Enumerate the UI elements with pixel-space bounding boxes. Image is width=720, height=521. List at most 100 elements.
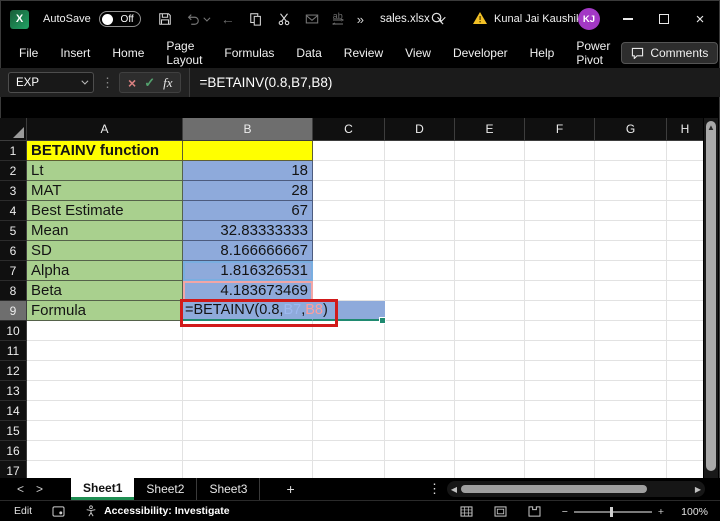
cell-B15[interactable] — [183, 421, 313, 441]
cell-H5[interactable] — [667, 221, 703, 241]
cell-H8[interactable] — [667, 281, 703, 301]
row-header-3[interactable]: 3 — [0, 181, 27, 201]
cell-C14[interactable] — [313, 401, 385, 421]
cell-G6[interactable] — [595, 241, 667, 261]
cell-H1[interactable] — [667, 141, 703, 161]
avatar[interactable]: KJ — [578, 8, 600, 30]
cell-H3[interactable] — [667, 181, 703, 201]
autosave-toggle[interactable]: Off — [99, 11, 141, 27]
cell-D8[interactable] — [385, 281, 455, 301]
column-header-a[interactable]: A — [27, 118, 183, 141]
zoom-out-button[interactable]: − — [562, 506, 568, 518]
cell-A3[interactable]: MAT — [27, 181, 183, 201]
minimize-button[interactable] — [610, 0, 646, 38]
cell-H16[interactable] — [667, 441, 703, 461]
sheet-overflow-icon[interactable]: ⋮ — [428, 481, 441, 497]
cell-E10[interactable] — [455, 321, 525, 341]
cell-F16[interactable] — [525, 441, 595, 461]
cell-A9[interactable]: Formula — [27, 301, 183, 321]
sheet-prev-icon[interactable]: < — [17, 482, 24, 496]
cell-E6[interactable] — [455, 241, 525, 261]
qat-overflow-icon[interactable]: » — [357, 12, 364, 27]
cell-D17[interactable] — [385, 461, 455, 478]
cell-C1[interactable] — [313, 141, 385, 161]
tab-insert[interactable]: Insert — [49, 38, 101, 68]
cell-D1[interactable] — [385, 141, 455, 161]
accessibility-status[interactable]: Accessibility: Investigate — [104, 505, 229, 517]
cell-E3[interactable] — [455, 181, 525, 201]
cell-E1[interactable] — [455, 141, 525, 161]
cell-D16[interactable] — [385, 441, 455, 461]
tab-page-layout[interactable]: Page Layout — [155, 38, 213, 68]
cell-B5[interactable]: 32.83333333 — [183, 221, 313, 241]
row-header-7[interactable]: 7 — [0, 261, 27, 281]
cut-icon[interactable] — [276, 11, 292, 27]
zoom-in-button[interactable]: + — [658, 506, 664, 518]
tab-formulas[interactable]: Formulas — [213, 38, 285, 68]
page-layout-icon[interactable] — [494, 506, 507, 517]
cell-F13[interactable] — [525, 381, 595, 401]
undo-icon[interactable] — [185, 11, 201, 27]
cell-D14[interactable] — [385, 401, 455, 421]
cell-F1[interactable] — [525, 141, 595, 161]
cell-F8[interactable] — [525, 281, 595, 301]
zoom-slider-thumb[interactable] — [610, 507, 613, 517]
cell-A11[interactable] — [27, 341, 183, 361]
cell-A6[interactable]: SD — [27, 241, 183, 261]
cell-H6[interactable] — [667, 241, 703, 261]
cell-G15[interactable] — [595, 421, 667, 441]
cell-C3[interactable] — [313, 181, 385, 201]
zoom-level[interactable]: 100% — [676, 506, 708, 518]
cell-G14[interactable] — [595, 401, 667, 421]
cell-A10[interactable] — [27, 321, 183, 341]
cell-C8[interactable] — [313, 281, 385, 301]
cell-F7[interactable] — [525, 261, 595, 281]
cell-H11[interactable] — [667, 341, 703, 361]
page-break-preview-icon[interactable] — [528, 506, 541, 517]
formula-input[interactable]: =BETAINV(0.8,B7,B8) — [189, 68, 720, 97]
macro-record-icon[interactable] — [52, 506, 65, 517]
cell-B16[interactable] — [183, 441, 313, 461]
cell-C13[interactable] — [313, 381, 385, 401]
copy-icon[interactable] — [248, 11, 264, 27]
cell-C4[interactable] — [313, 201, 385, 221]
cell-B14[interactable] — [183, 401, 313, 421]
column-header-b[interactable]: B — [183, 118, 313, 141]
scroll-up-icon[interactable]: ▲ — [706, 121, 716, 134]
cell-B1[interactable] — [183, 141, 313, 161]
cell-A15[interactable] — [27, 421, 183, 441]
cell-D3[interactable] — [385, 181, 455, 201]
cell-G7[interactable] — [595, 261, 667, 281]
horizontal-scrollbar[interactable]: ◀ ▶ — [447, 481, 705, 497]
cell-H14[interactable] — [667, 401, 703, 421]
column-header-f[interactable]: F — [525, 118, 595, 141]
cell-A2[interactable]: Lt — [27, 161, 183, 181]
cell-D7[interactable] — [385, 261, 455, 281]
cell-D2[interactable] — [385, 161, 455, 181]
cell-C2[interactable] — [313, 161, 385, 181]
scroll-left-icon[interactable]: ◀ — [447, 485, 461, 494]
cell-F12[interactable] — [525, 361, 595, 381]
tab-file[interactable]: File — [8, 38, 49, 68]
horizontal-scrollbar-thumb[interactable] — [461, 485, 647, 493]
cell-F15[interactable] — [525, 421, 595, 441]
save-icon[interactable] — [157, 11, 173, 27]
cell-G10[interactable] — [595, 321, 667, 341]
vertical-scrollbar[interactable]: ▲ — [703, 118, 718, 478]
cell-D11[interactable] — [385, 341, 455, 361]
cell-C10[interactable] — [313, 321, 385, 341]
row-header-16[interactable]: 16 — [0, 441, 27, 461]
cell-C17[interactable] — [313, 461, 385, 478]
row-header-11[interactable]: 11 — [0, 341, 27, 361]
sheet-tab-sheet2[interactable]: Sheet2 — [134, 478, 197, 500]
cell-G3[interactable] — [595, 181, 667, 201]
cell-G12[interactable] — [595, 361, 667, 381]
enter-icon[interactable]: ✓ — [144, 75, 155, 91]
row-header-15[interactable]: 15 — [0, 421, 27, 441]
cell-F9[interactable] — [525, 301, 595, 321]
cell-B2[interactable]: 18 — [183, 161, 313, 181]
cell-E2[interactable] — [455, 161, 525, 181]
cell-E11[interactable] — [455, 341, 525, 361]
cell-E15[interactable] — [455, 421, 525, 441]
cell-H15[interactable] — [667, 421, 703, 441]
